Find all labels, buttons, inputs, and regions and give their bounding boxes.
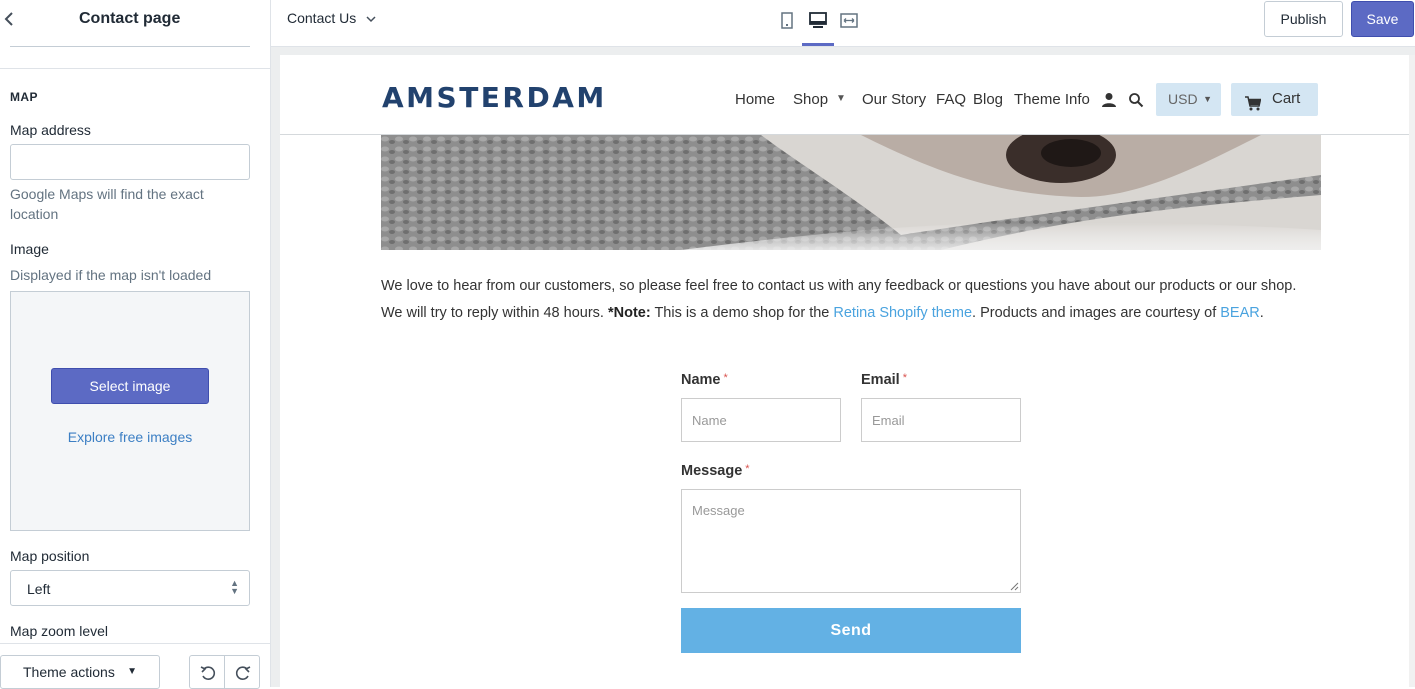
theme-actions-label: Theme actions xyxy=(23,664,115,680)
caret-down-icon: ▼ xyxy=(127,666,137,677)
currency-selector[interactable]: USD ▼ xyxy=(1156,83,1221,116)
explore-free-images-link[interactable]: Explore free images xyxy=(11,429,249,445)
resize-grip-icon[interactable] xyxy=(1010,582,1019,591)
nav-home[interactable]: Home xyxy=(735,91,775,108)
retina-theme-link[interactable]: Retina Shopify theme xyxy=(833,305,972,321)
map-address-input[interactable] xyxy=(10,144,250,180)
sidebar-footer: Theme actions ▼ xyxy=(0,643,270,689)
editor-topbar: Contact Us Publish Save xyxy=(271,0,1415,47)
store-logo[interactable]: AMSTERDAM xyxy=(382,81,607,114)
store-header: AMSTERDAM Home Shop ▼ Our Story FAQ Blog… xyxy=(280,55,1415,135)
redo-icon xyxy=(235,666,251,680)
preview-scrollbar[interactable] xyxy=(1409,55,1415,687)
divider xyxy=(0,68,270,69)
map-position-select[interactable]: Left ▲ ▼ xyxy=(10,570,250,606)
message-textarea[interactable]: Message xyxy=(681,489,1021,593)
message-label: Message * xyxy=(681,463,750,479)
image-picker: Select image Explore free images xyxy=(10,291,250,531)
map-position-label: Map position xyxy=(10,548,90,564)
redo-button[interactable] xyxy=(224,655,260,689)
bear-link[interactable]: BEAR xyxy=(1220,305,1260,321)
account-icon[interactable] xyxy=(1101,92,1117,113)
storefront-preview: AMSTERDAM Home Shop ▼ Our Story FAQ Blog… xyxy=(280,55,1415,687)
save-button[interactable]: Save xyxy=(1351,1,1414,37)
note-label: *Note: xyxy=(607,305,651,321)
email-label: Email * xyxy=(861,372,907,388)
nav-blog[interactable]: Blog xyxy=(973,91,1003,108)
cart-button[interactable]: Cart xyxy=(1231,83,1318,116)
name-input[interactable]: Name xyxy=(681,398,841,442)
nav-faq[interactable]: FAQ xyxy=(936,91,966,108)
currency-value: USD xyxy=(1168,91,1198,107)
intro-line-2: We will try to reply within 48 hours. *N… xyxy=(381,305,1264,321)
hero-image xyxy=(381,135,1321,250)
page-selector[interactable]: Contact Us xyxy=(287,10,376,26)
undo-button[interactable] xyxy=(189,655,225,689)
send-button[interactable]: Send xyxy=(681,608,1021,653)
chevron-down-icon xyxy=(366,15,376,26)
nav-our-story[interactable]: Our Story xyxy=(862,91,926,108)
intro-text: We love to hear from our customers, so p… xyxy=(381,273,1326,327)
caret-down-icon: ▼ xyxy=(1203,94,1212,104)
nav-shop[interactable]: Shop xyxy=(793,91,828,108)
image-help: Displayed if the map isn't loaded xyxy=(10,267,212,283)
map-zoom-label: Map zoom level xyxy=(10,623,109,639)
theme-actions-button[interactable]: Theme actions ▼ xyxy=(0,655,160,689)
sidebar-header: Contact page xyxy=(0,0,270,48)
cart-icon xyxy=(1245,91,1262,122)
search-icon[interactable] xyxy=(1128,92,1144,113)
select-image-button[interactable]: Select image xyxy=(51,368,209,404)
divider xyxy=(10,46,250,47)
email-input[interactable]: Email xyxy=(861,398,1021,442)
mobile-icon[interactable] xyxy=(776,10,798,32)
message-placeholder: Message xyxy=(692,503,745,518)
map-address-help: Google Maps will find the exact location xyxy=(10,186,204,222)
page-selector-label: Contact Us xyxy=(287,10,357,26)
cart-label: Cart xyxy=(1272,90,1301,107)
map-address-label: Map address xyxy=(10,122,91,138)
theme-editor-sidebar: Contact page MAP Map address Google Maps… xyxy=(0,0,271,689)
select-arrows-icon: ▲ ▼ xyxy=(230,578,239,596)
undo-icon xyxy=(200,666,216,680)
map-position-value: Left xyxy=(27,581,51,597)
section-heading-map: MAP xyxy=(10,90,38,104)
name-label: Name * xyxy=(681,372,728,388)
image-label: Image xyxy=(10,241,49,257)
nav-theme-info[interactable]: Theme Info xyxy=(1014,91,1090,108)
intro-line-1: We love to hear from our customers, so p… xyxy=(381,278,1297,294)
publish-button[interactable]: Publish xyxy=(1264,1,1343,37)
desktop-icon[interactable] xyxy=(807,10,829,32)
sidebar-title: Contact page xyxy=(79,10,181,27)
chevron-left-icon[interactable] xyxy=(3,10,19,30)
active-device-indicator xyxy=(802,43,834,46)
caret-down-icon: ▼ xyxy=(836,93,846,104)
fullwidth-icon[interactable] xyxy=(838,10,860,32)
